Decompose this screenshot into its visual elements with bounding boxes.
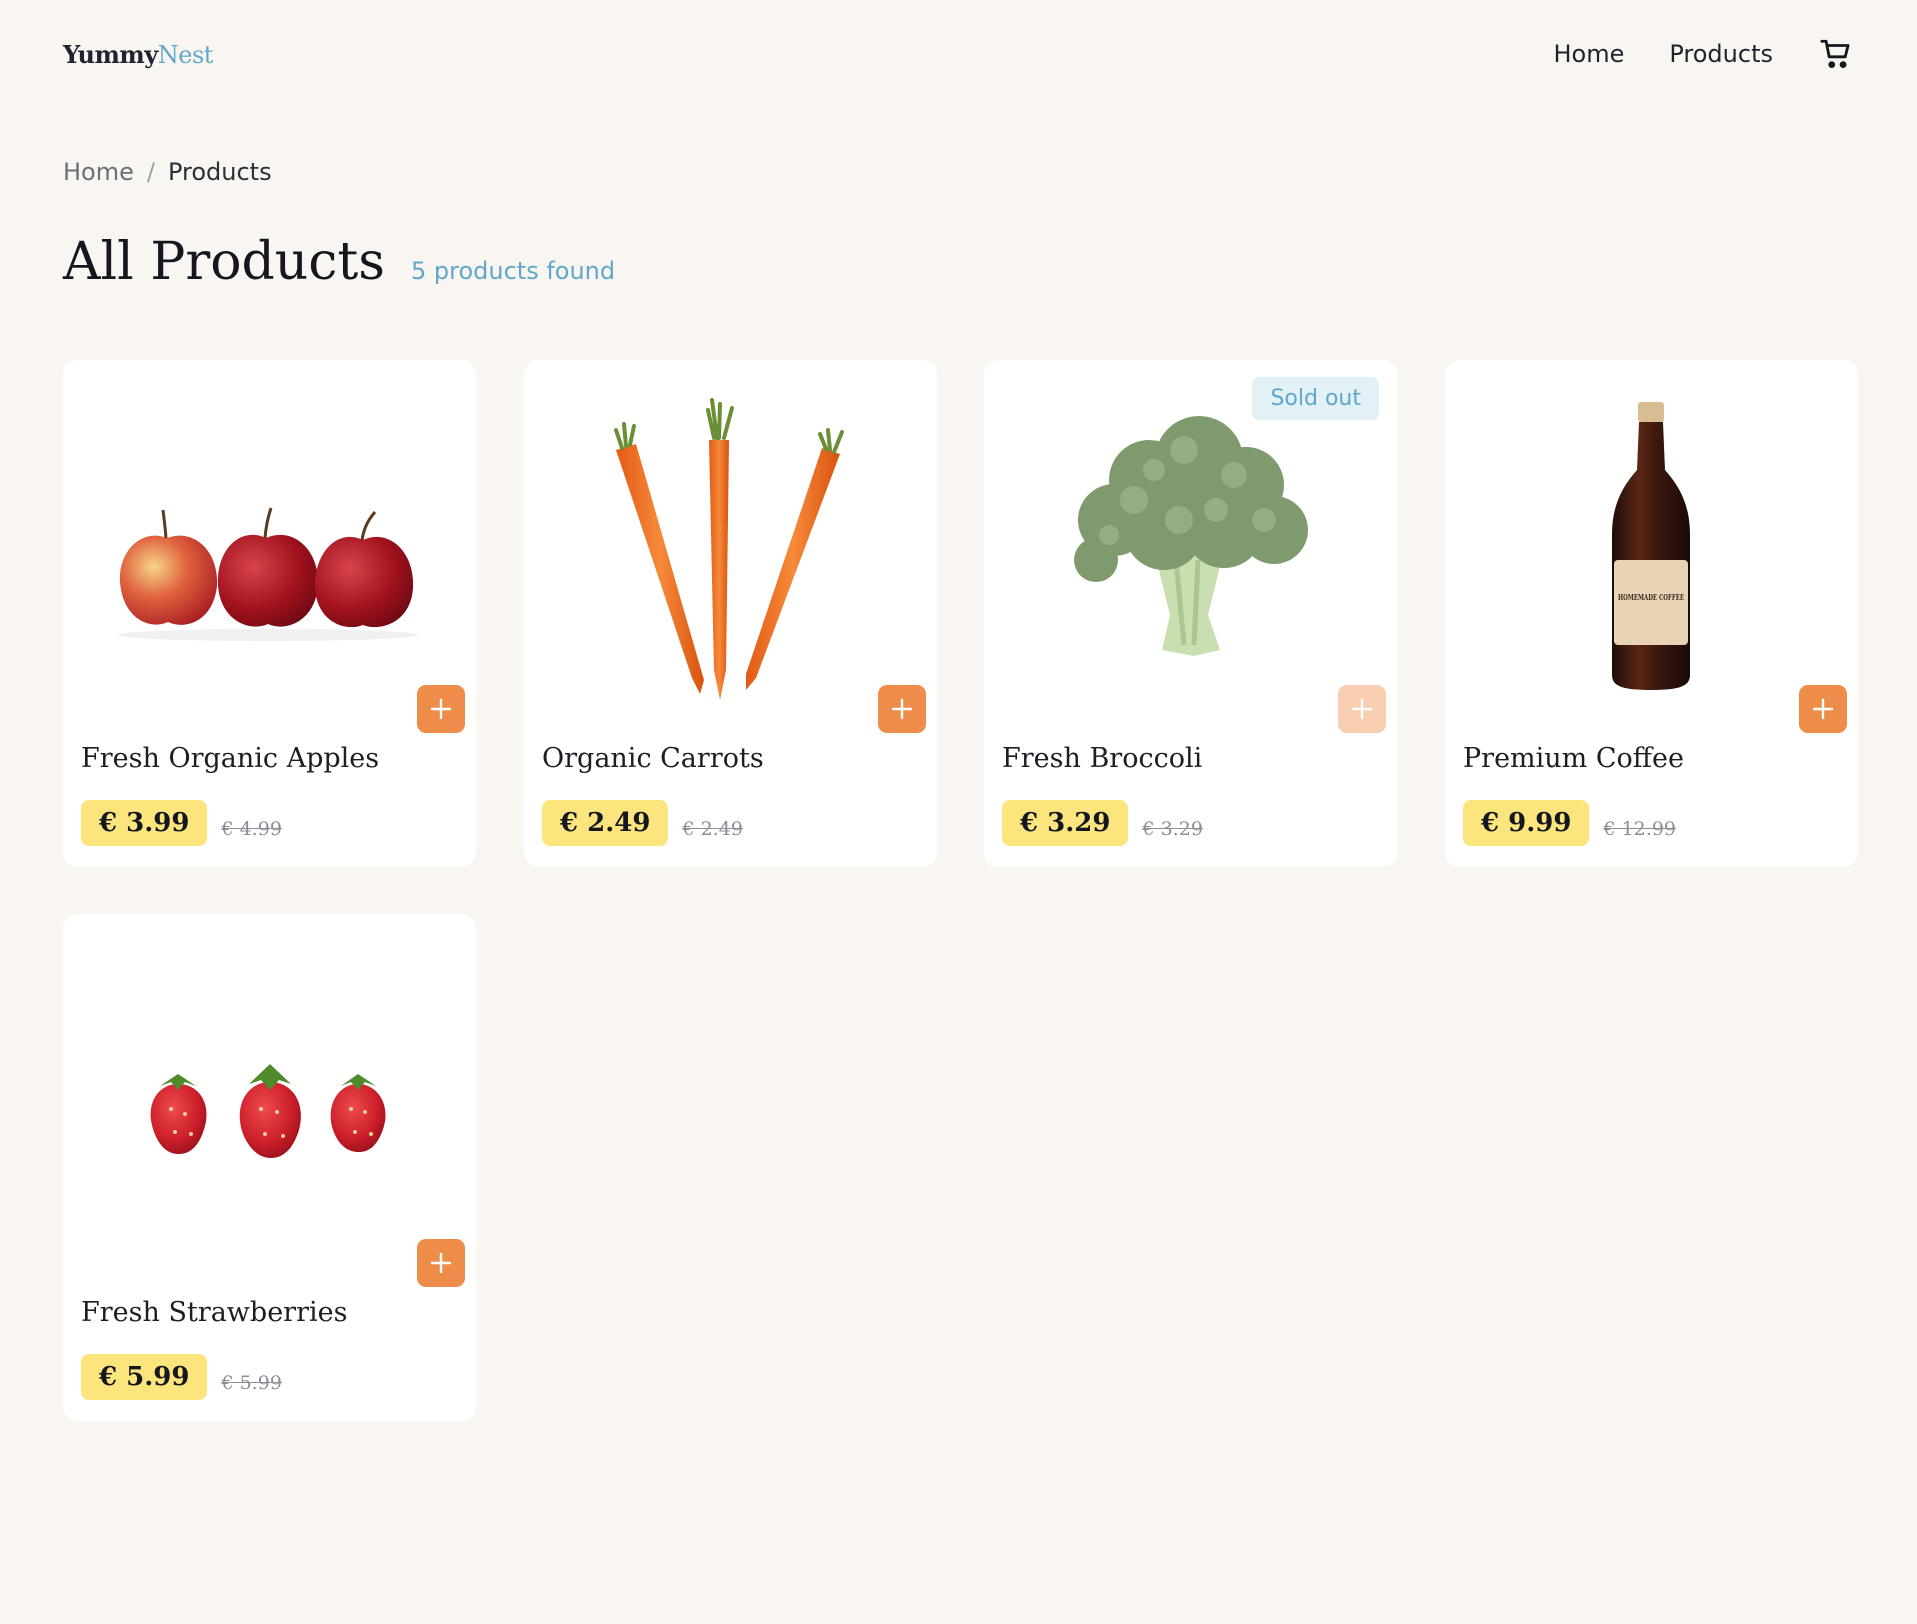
plus-icon bbox=[430, 1252, 452, 1274]
sold-out-badge: Sold out bbox=[1252, 377, 1379, 420]
breadcrumb: Home / Products bbox=[63, 158, 272, 186]
nav-products[interactable]: Products bbox=[1669, 40, 1773, 68]
strawberries-image bbox=[150, 1064, 386, 1158]
logo[interactable]: YummyNest bbox=[63, 40, 213, 69]
coffee-bottle-image: HOMEMADE COFFEE bbox=[1612, 402, 1690, 690]
add-to-cart-button[interactable] bbox=[417, 1239, 465, 1287]
breadcrumb-home[interactable]: Home bbox=[63, 158, 134, 186]
product-price: € 5.99 bbox=[81, 1354, 208, 1400]
product-name[interactable]: Fresh Broccoli bbox=[1002, 743, 1202, 774]
product-old-price: € 5.99 bbox=[221, 1372, 282, 1394]
product-old-price: € 2.49 bbox=[682, 818, 743, 840]
product-price: € 9.99 bbox=[1463, 800, 1590, 846]
title-row: All Products 5 products found bbox=[63, 232, 615, 292]
add-to-cart-button[interactable] bbox=[417, 685, 465, 733]
product-card[interactable]: Organic Carrots € 2.49 € 2.49 bbox=[524, 360, 937, 867]
add-to-cart-button[interactable] bbox=[878, 685, 926, 733]
price-row: € 9.99 € 12.99 bbox=[1463, 800, 1676, 846]
plus-icon bbox=[891, 698, 913, 720]
breadcrumb-current: Products bbox=[167, 158, 272, 186]
product-price: € 2.49 bbox=[542, 800, 669, 846]
plus-icon bbox=[430, 698, 452, 720]
product-count: 5 products found bbox=[410, 257, 616, 285]
price-row: € 5.99 € 5.99 bbox=[81, 1354, 282, 1400]
bottle-label-text: HOMEMADE COFFEE bbox=[1618, 593, 1684, 603]
product-old-price: € 4.99 bbox=[221, 818, 282, 840]
product-name[interactable]: Fresh Strawberries bbox=[81, 1297, 347, 1328]
page-title: All Products bbox=[63, 232, 385, 292]
price-row: € 2.49 € 2.49 bbox=[542, 800, 743, 846]
add-to-cart-button[interactable] bbox=[1338, 685, 1386, 733]
product-price: € 3.99 bbox=[81, 800, 208, 846]
product-card[interactable]: HOMEMADE COFFEE Premium Coffee € 9.99 € … bbox=[1445, 360, 1858, 867]
product-name[interactable]: Premium Coffee bbox=[1463, 743, 1684, 774]
apples-image bbox=[118, 507, 418, 641]
add-to-cart-button[interactable] bbox=[1799, 685, 1847, 733]
site-header: YummyNest Home Products bbox=[63, 32, 1854, 76]
product-card[interactable]: Sold out Fresh Broccoli € 3.29 € 3.29 bbox=[984, 360, 1397, 867]
carrots-image bbox=[614, 398, 844, 700]
logo-nest: Nest bbox=[157, 40, 214, 69]
plus-icon bbox=[1812, 698, 1834, 720]
price-row: € 3.99 € 4.99 bbox=[81, 800, 282, 846]
cart-button[interactable] bbox=[1818, 36, 1854, 72]
nav-home[interactable]: Home bbox=[1553, 40, 1624, 68]
product-card[interactable]: Fresh Organic Apples € 3.99 € 4.99 bbox=[63, 360, 476, 867]
product-name[interactable]: Organic Carrots bbox=[542, 743, 764, 774]
product-old-price: € 3.29 bbox=[1142, 818, 1203, 840]
plus-icon bbox=[1351, 698, 1373, 720]
product-old-price: € 12.99 bbox=[1603, 818, 1676, 840]
main-nav: Home Products bbox=[1508, 36, 1854, 72]
logo-yummy: Yummy bbox=[63, 39, 158, 69]
product-card[interactable]: Fresh Strawberries € 5.99 € 5.99 bbox=[63, 914, 476, 1421]
breadcrumb-separator: / bbox=[146, 158, 155, 186]
price-row: € 3.29 € 3.29 bbox=[1002, 800, 1203, 846]
product-name[interactable]: Fresh Organic Apples bbox=[81, 743, 379, 774]
shopping-cart-icon bbox=[1820, 39, 1850, 69]
product-price: € 3.29 bbox=[1002, 800, 1129, 846]
